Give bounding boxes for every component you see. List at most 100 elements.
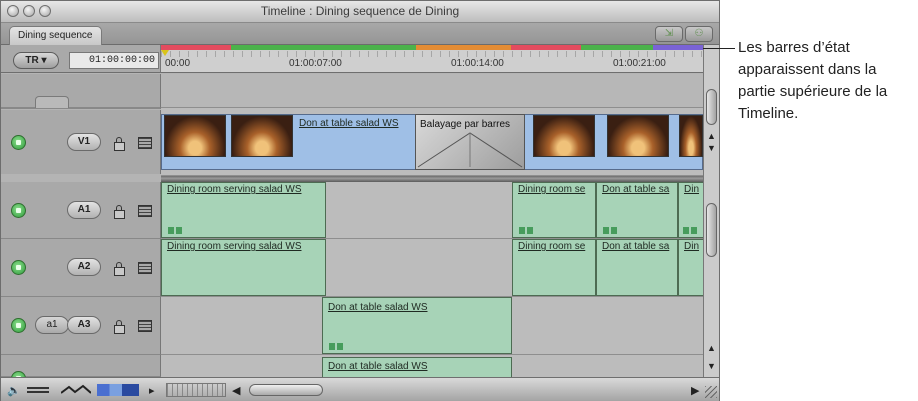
clip-label[interactable]: Don at table salad WS [299,118,399,129]
ruler-label: 01:00:07:00 [289,58,342,69]
clip-marker [683,227,699,234]
destination-label: V1 [77,136,91,147]
transition-label: Balayage par barres [420,119,511,130]
scroll-left-arrow-icon[interactable]: ◀ [232,384,240,397]
clip-label: Dining room se [518,184,586,195]
track-mode-popup[interactable]: TR ▾ [13,52,59,69]
track-height-icon[interactable] [27,387,49,393]
horizontal-scroll-thumb[interactable] [249,384,323,396]
destination-control-a3[interactable]: A3 [67,316,101,334]
auto-select-icon[interactable] [138,262,152,274]
tab-dining-sequence[interactable]: Dining sequence [9,26,102,46]
audio-toggle-a1[interactable] [11,203,26,218]
clip-label: Don at table salad WS [328,361,428,372]
scroll-down-arrow-icon[interactable]: ▼ [707,143,716,153]
vertical-scrollbar[interactable]: ▲ ▼ ▲ ▼ [703,45,719,377]
sequence-tab-row: Dining sequence ⇲ ⚇ [1,23,719,46]
clip-label: Dining room se [518,241,586,252]
visibility-toggle-v1[interactable] [11,135,26,150]
clip-label: Don at table salad WS [328,302,428,313]
timecode-ruler[interactable]: 00:00 01:00:07:00 01:00:14:00 01:00:21:0… [161,45,703,73]
clip-a4[interactable]: Don at table salad WS [322,357,512,377]
clip-overlays-icon[interactable] [61,384,91,396]
destination-control-a1[interactable]: A1 [67,201,101,219]
clip-marker [329,343,345,350]
clip-a1[interactable]: Din [678,182,703,238]
callout-leader-line [703,48,735,49]
auto-select-icon[interactable] [138,137,152,149]
clip-label: Don at table sa [602,184,670,195]
linking-icon: ⚇ [694,28,704,39]
clip-marker [519,227,535,234]
lane-a4: Don at table salad WS [161,355,703,377]
clip-thumbnail [607,115,669,157]
clip-marker [168,227,184,234]
timeline-tracks[interactable]: Don at table salad WS Balayage par barre… [161,74,703,377]
clip-a1[interactable]: Don at table sa [596,182,678,238]
lock-icon[interactable] [114,205,125,219]
zoom-slider[interactable] [166,383,226,397]
lane-a2: Dining room serving salad WS Dining room… [161,239,703,297]
ruler-label: 01:00:21:00 [613,58,666,69]
render-status-bar-6 [653,45,703,50]
clip-thumbnail [231,115,293,157]
title-bar: Timeline : Dining sequence de Dining [1,1,719,23]
track-header-a3: a1 A3 [1,297,161,355]
lock-icon[interactable] [114,262,125,276]
scroll-down-arrow-icon[interactable]: ▼ [707,361,716,371]
clip-label: Din [684,241,700,252]
lock-icon[interactable] [114,137,125,151]
track-size-selector[interactable] [97,384,139,396]
track-mode-label: TR [25,55,39,66]
clip-a1[interactable]: Dining room se [512,182,596,238]
ruler-label: 01:00:14:00 [451,58,504,69]
audio-toggle-a3[interactable] [11,318,26,333]
track-height-control[interactable] [35,96,69,108]
clip-label: Don at table sa [602,241,670,252]
source-label: a1 [46,319,58,330]
transition-bar-wipe[interactable]: Balayage par barres [415,114,525,170]
timeline-header-controls: TR ▾ 01:00:00:00 [1,45,161,73]
destination-control-v1[interactable]: V1 [67,133,101,151]
track-header-v1: V1 [1,110,161,174]
clip-label: Dining room serving salad WS [167,241,302,252]
ruler-ticks [161,51,703,57]
clip-a2[interactable]: Dining room serving salad WS [161,239,326,296]
destination-control-a2[interactable]: A2 [67,258,101,276]
destination-label: A2 [77,261,91,272]
speaker-icon[interactable]: 🔈 [7,384,21,397]
clip-thumbnail [164,115,226,157]
timeline-bottom-bar: 🔈 ▸ ◀ ▶ [1,377,719,401]
clip-a2[interactable]: Dining room se [512,239,596,296]
lock-icon[interactable] [114,320,125,334]
destination-label: A3 [77,319,91,330]
clip-thumbnail [533,115,595,157]
render-status-bar-5 [581,45,653,50]
audio-toggle-a2[interactable] [11,260,26,275]
track-header-a2: A2 [1,239,161,297]
linking-toggle-button[interactable]: ⚇ [685,26,713,42]
resize-grip-icon[interactable] [705,386,717,398]
audio-scroll-thumb[interactable] [706,203,717,257]
current-timecode-field[interactable]: 01:00:00:00 [69,52,159,69]
auto-select-icon[interactable] [138,320,152,332]
clip-a2[interactable]: Din [678,239,703,296]
scroll-right-arrow-icon[interactable]: ▶ [691,384,699,397]
window-title: Timeline : Dining sequence de Dining [260,4,460,18]
chevron-down-icon: ▾ [41,55,47,66]
clip-a2[interactable]: Don at table sa [596,239,678,296]
clip-a3[interactable]: Don at table salad WS [322,297,512,354]
scroll-up-arrow-icon[interactable]: ▲ [707,343,716,353]
snapping-toggle-button[interactable]: ⇲ [655,26,683,42]
clip-a1[interactable]: Dining room serving salad WS [161,182,326,238]
clip-thumbnail [679,115,703,157]
video-track-header-spacer [1,74,161,108]
scroll-up-arrow-icon[interactable]: ▲ [707,131,716,141]
video-scroll-thumb[interactable] [706,89,717,125]
empty-video-lane [161,74,703,108]
source-control-a3[interactable]: a1 [35,316,69,334]
auto-select-icon[interactable] [138,205,152,217]
clip-marker [603,227,619,234]
playhead-icon[interactable] [161,50,169,56]
play-triangle-icon[interactable]: ▸ [149,384,155,397]
